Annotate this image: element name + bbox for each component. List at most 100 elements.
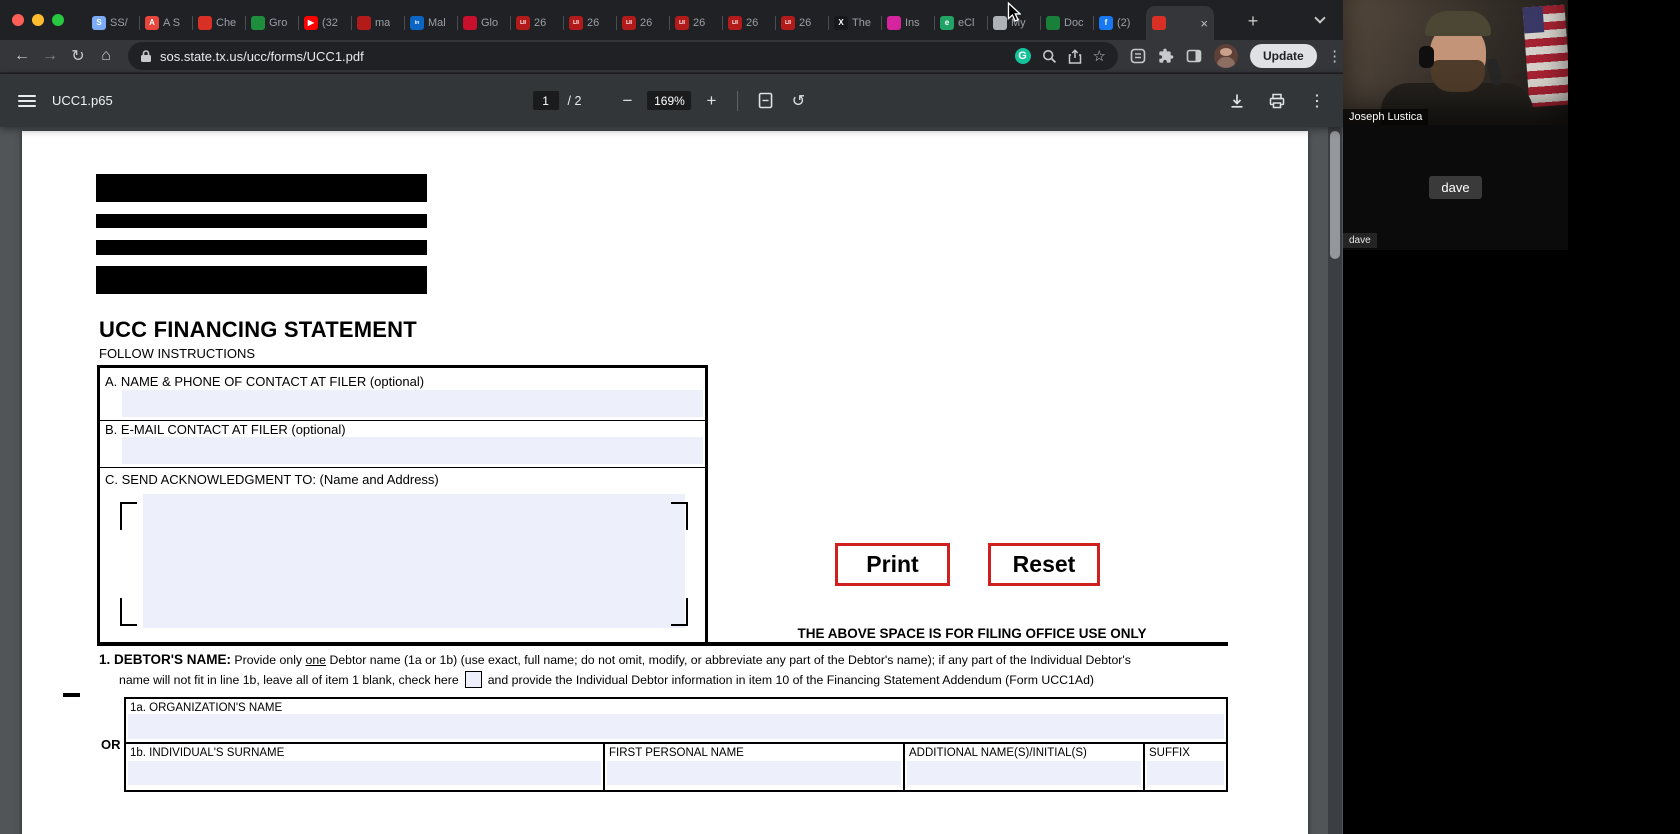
acknowledgment-field[interactable] [143,494,685,628]
pdf-menu-icon[interactable] [18,94,36,107]
browser-tab[interactable]: LII 26 [669,6,722,40]
browser-tab[interactable]: LII 26 [775,6,828,40]
browser-menu-icon[interactable]: ⋮ [1325,47,1345,65]
tab-overflow-chevron-icon[interactable] [1314,12,1328,26]
close-window-button[interactable] [12,14,24,26]
zoom-in-button[interactable]: + [700,91,722,111]
tab-title: (2) [1117,17,1131,29]
organization-name-field[interactable] [128,714,1224,739]
additional-names-field[interactable] [907,761,1141,785]
browser-tab[interactable]: LII 26 [722,6,775,40]
url-text: sos.state.tx.us/ucc/forms/UCC1.pdf [160,48,364,64]
omnibox-actions: G ☆ [1014,48,1106,64]
page-count: / 2 [567,93,582,108]
browser-tab[interactable]: A A S [139,6,192,40]
tab-close-icon[interactable]: × [1200,17,1208,30]
section-c-label: C. SEND ACKNOWLEDGMENT TO: (Name and Add… [105,472,439,487]
browser-tab[interactable]: in Mal [404,6,457,40]
tab-favicon-icon: LII [622,16,636,30]
profile-avatar[interactable] [1214,44,1238,68]
window-controls [12,14,64,26]
video-call-panel: Joseph Lustica dave dave [1343,0,1680,834]
tab-title: 26 [640,17,653,29]
tab-favicon-icon [887,16,901,30]
corner-bracket [671,598,688,626]
surname-field[interactable] [128,761,601,785]
browser-tab[interactable]: Gro [245,6,298,40]
update-chip[interactable]: Update [1250,44,1317,68]
or-label: OR [101,737,121,752]
section-divider [99,467,706,468]
tab-favicon-icon [1046,16,1060,30]
browser-tab[interactable]: e eCl [934,6,987,40]
redacted-bar [96,240,427,255]
first-name-label: FIRST PERSONAL NAME [609,747,744,759]
tab-title: Che [216,17,237,29]
tab-favicon-icon: f [1099,16,1113,30]
browser-tab[interactable]: LII 26 [616,6,669,40]
browser-tab[interactable]: Ins [881,6,934,40]
debtor-name-table: 1a. ORGANIZATION'S NAME 1b. INDIVIDUAL'S… [124,697,1228,792]
browser-tab[interactable]: X The [828,6,881,40]
minimize-window-button[interactable] [32,14,44,26]
tab-title: (32 [322,17,338,29]
side-panel-icon[interactable] [1186,48,1202,64]
back-button[interactable]: ← [8,42,36,70]
download-button[interactable] [1225,89,1249,113]
browser-tab[interactable]: f (2) [1093,6,1146,40]
lock-icon[interactable] [140,49,152,63]
print-button[interactable] [1265,89,1289,113]
browser-tab[interactable]: S SS/ [86,6,139,40]
tab-favicon-icon [463,16,477,30]
forward-button[interactable]: → [36,42,64,70]
contact-email-field[interactable] [122,437,703,464]
rotate-button[interactable]: ↺ [786,89,810,113]
grammarly-icon[interactable]: G [1014,48,1031,64]
zoom-level[interactable]: 169% [647,91,692,110]
home-button[interactable]: ⌂ [92,42,120,70]
browser-tab[interactable]: Che [192,6,245,40]
browser-tab[interactable]: ▶ (32 [298,6,351,40]
tab-favicon-icon: LII [516,16,530,30]
additional-names-label: ADDITIONAL NAME(S)/INITIAL(S) [909,747,1087,759]
browser-tab[interactable]: × [1146,6,1214,40]
print-form-button[interactable]: Print [835,543,950,586]
browser-tab[interactable]: ma [351,6,404,40]
suffix-field[interactable] [1147,761,1224,785]
webcam-video-tile[interactable]: Joseph Lustica [1343,0,1568,125]
tab-title: A S [163,17,181,29]
fit-page-button[interactable] [753,89,777,113]
fullscreen-window-button[interactable] [52,14,64,26]
pdf-more-menu-icon[interactable]: ⋮ [1305,89,1329,113]
extensions-puzzle-icon[interactable] [1158,48,1174,64]
tab-favicon-icon: S [92,16,106,30]
participant-video-tile[interactable]: dave dave [1343,125,1568,250]
zoom-out-button[interactable]: − [616,91,638,111]
browser-tab[interactable]: Glo [457,6,510,40]
reading-list-icon[interactable] [1130,48,1146,64]
section-rule [97,642,1228,646]
zoom-search-icon[interactable] [1042,49,1057,64]
tab-favicon-icon [1152,16,1166,30]
tab-title: 26 [799,17,812,29]
address-bar[interactable]: sos.state.tx.us/ucc/forms/UCC1.pdf G ☆ [128,42,1118,70]
surname-cell: 1b. INDIVIDUAL'S SURNAME [126,744,603,790]
participant-corner-label: dave [1343,233,1377,248]
browser-tab[interactable]: LII 26 [510,6,563,40]
page-number-input[interactable] [532,91,559,110]
reload-button[interactable]: ↻ [64,42,92,70]
bookmark-star-icon[interactable]: ☆ [1093,49,1106,64]
redacted-bar [96,266,427,294]
browser-tab[interactable]: Doc [1040,6,1093,40]
new-tab-button[interactable]: + [1240,8,1266,34]
tab-title: ma [375,17,391,29]
reset-form-button[interactable]: Reset [988,543,1100,586]
contact-name-phone-field[interactable] [122,390,703,417]
debtor-addendum-checkbox[interactable] [464,671,482,688]
scrollbar-thumb[interactable] [1330,131,1340,259]
first-name-field[interactable] [607,761,901,785]
share-icon[interactable] [1068,48,1082,64]
tab-favicon-icon [993,16,1007,30]
form-title: UCC FINANCING STATEMENT [99,317,417,342]
browser-tab[interactable]: LII 26 [563,6,616,40]
